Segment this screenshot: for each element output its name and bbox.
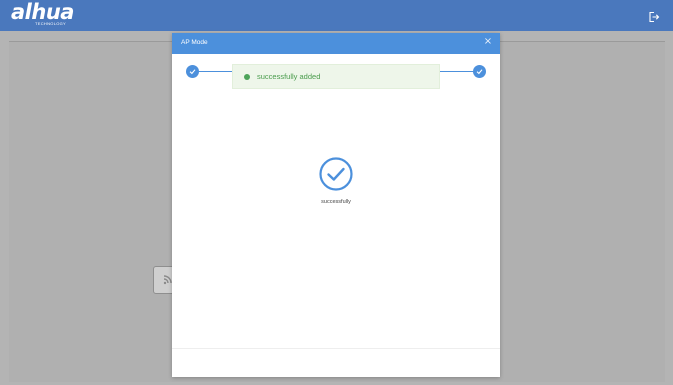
logo-subtext: TECHNOLOGY xyxy=(35,21,67,26)
toast-message: successfully added xyxy=(257,72,321,81)
success-dot-icon xyxy=(244,74,250,80)
logout-icon[interactable] xyxy=(648,10,660,23)
result-text: successfully xyxy=(321,199,351,205)
dialog-footer-divider xyxy=(172,348,500,349)
top-bar: alhua TECHNOLOGY xyxy=(0,0,673,31)
close-icon[interactable]: × xyxy=(482,36,494,48)
ap-mode-dialog: AP Mode × successfully added successfull… xyxy=(172,33,500,377)
dialog-title: AP Mode xyxy=(181,39,208,46)
step-complete-icon xyxy=(473,65,486,78)
brand-logo: alhua TECHNOLOGY xyxy=(11,0,131,28)
success-toast: successfully added xyxy=(232,64,440,89)
dialog-header: AP Mode × xyxy=(172,33,500,54)
success-check-icon xyxy=(318,156,354,192)
step-complete-icon xyxy=(186,65,199,78)
step-connector-right xyxy=(440,71,474,72)
step-connector-left xyxy=(198,71,232,72)
